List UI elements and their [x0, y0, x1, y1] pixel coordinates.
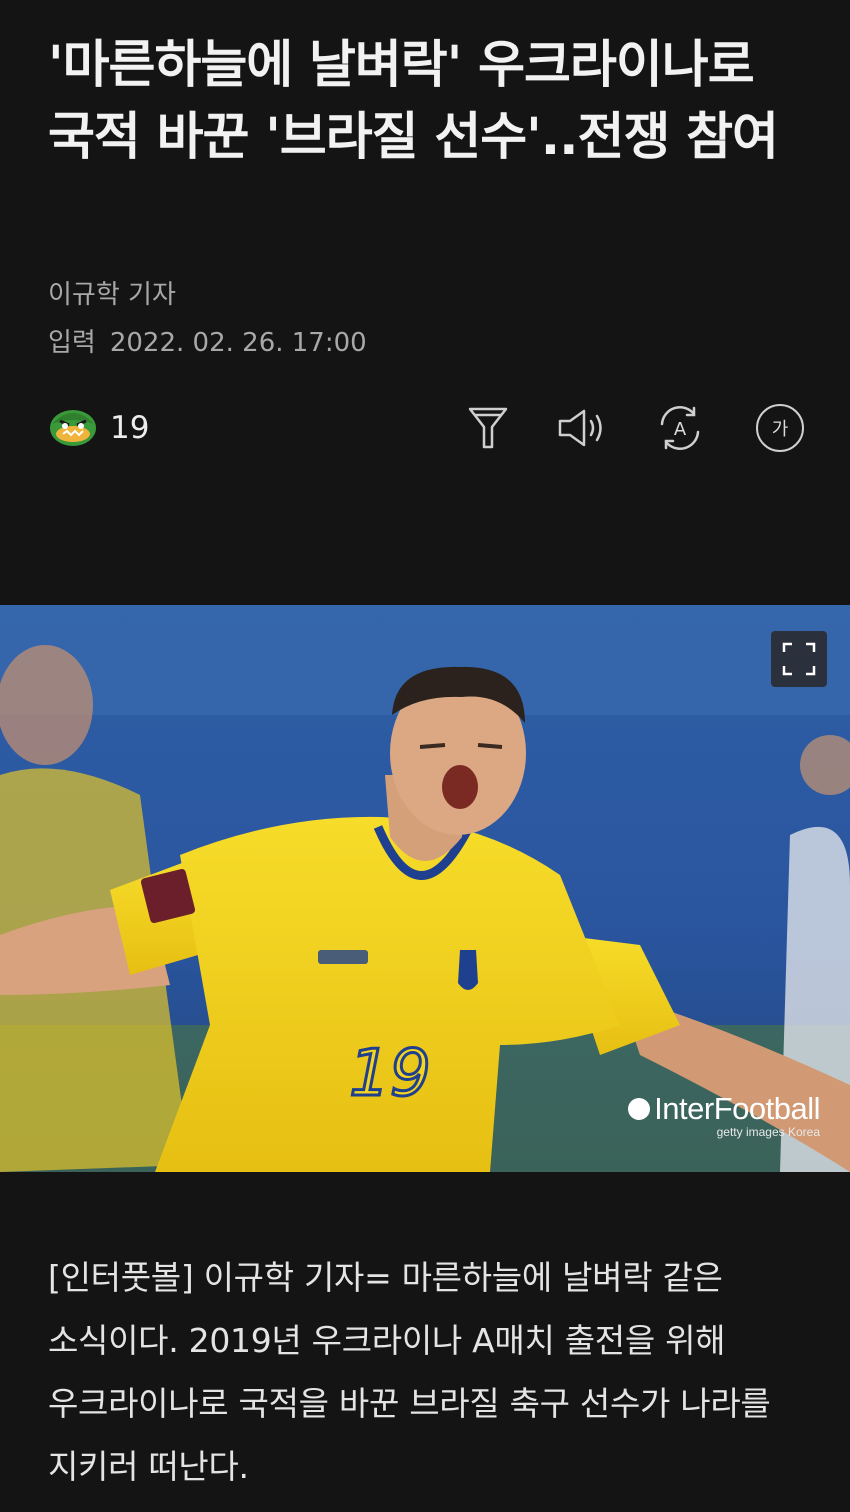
- publish-date: 입력 2022. 02. 26. 17:00: [48, 322, 367, 359]
- byline: 이규학 기자: [48, 280, 176, 310]
- watermark-sub: getty images Korea: [716, 1125, 820, 1139]
- expand-icon: [781, 641, 817, 677]
- reaction-button[interactable]: 19: [48, 404, 149, 452]
- angry-face-icon: [48, 404, 98, 452]
- font-size-button[interactable]: 가: [752, 400, 808, 456]
- watermark-main: InterFootball: [654, 1091, 820, 1126]
- photo-watermark: InterFootball getty images Korea: [628, 1091, 820, 1139]
- player-photo: 19: [0, 605, 850, 1172]
- interfootball-logo-icon: [628, 1098, 651, 1120]
- translate-glyph: A: [674, 419, 687, 440]
- date-value: 2022. 02. 26. 17:00: [109, 328, 367, 358]
- article-body: [인터풋볼] 이규학 기자= 마른하늘에 날벼락 같은 소식이다. 2019년 …: [48, 1258, 771, 1486]
- article-headline: '마른하늘에 날벼락' 우크라이나로 국적 바꾼 '브라질 선수'..전쟁 참여: [48, 36, 779, 167]
- date-label: 입력: [48, 328, 96, 358]
- font-size-icon: 가: [756, 404, 804, 452]
- translate-button[interactable]: A: [652, 400, 708, 456]
- translate-icon: A: [654, 404, 706, 452]
- reaction-count: 19: [110, 410, 150, 446]
- expand-button[interactable]: [771, 631, 827, 687]
- filter-icon: [467, 405, 509, 451]
- article-photo[interactable]: 19 InterFootball getty images Korea: [0, 605, 850, 1172]
- jersey-number: 19: [349, 1037, 430, 1111]
- speaker-icon: [556, 407, 608, 449]
- filter-button[interactable]: [460, 400, 516, 456]
- article-toolbar: 19 A 가: [48, 400, 808, 460]
- text-to-speech-button[interactable]: [554, 400, 610, 456]
- font-size-glyph: 가: [771, 419, 789, 440]
